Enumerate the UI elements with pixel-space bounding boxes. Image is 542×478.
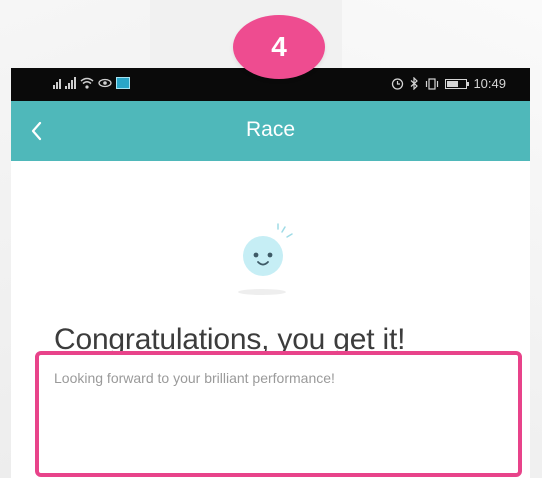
bluetooth-icon xyxy=(411,77,419,90)
status-right-icons: 10:49 xyxy=(391,76,506,91)
success-title: Congratulations, you get it! xyxy=(54,323,406,356)
wifi-icon xyxy=(80,77,94,89)
success-message: Congratulations, you get it! Looking for… xyxy=(24,285,510,409)
signal-icon xyxy=(65,77,76,89)
success-subtitle: Looking forward to your brilliant perfor… xyxy=(54,370,335,386)
status-left-icons xyxy=(53,77,130,89)
alarm-icon xyxy=(392,78,404,90)
sim-signal-icon xyxy=(53,77,61,89)
page-title: Race xyxy=(245,118,296,141)
step-badge: 4 xyxy=(233,15,325,79)
status-time: 10:49 xyxy=(473,76,506,91)
image-icon xyxy=(116,77,130,89)
battery-icon xyxy=(445,78,470,89)
smiley-mascot-icon xyxy=(243,223,293,276)
vibrate-icon xyxy=(426,77,439,90)
eye-icon xyxy=(98,78,112,88)
app-header: Race xyxy=(11,101,530,161)
